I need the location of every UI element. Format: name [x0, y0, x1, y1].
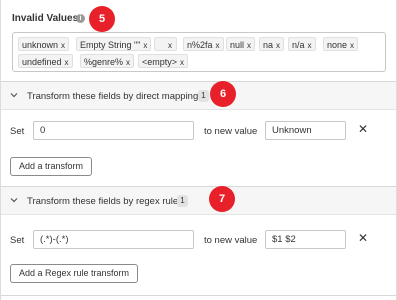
tag-empty: <empty> x — [138, 54, 189, 68]
direct-mapping-to-input[interactable]: Unknown — [265, 121, 346, 140]
close-icon[interactable]: ✕ — [358, 122, 368, 136]
tag-remove-icon[interactable]: x — [143, 41, 147, 50]
tag-remove-icon[interactable]: x — [276, 41, 280, 50]
step-badge-7: 7 — [209, 186, 235, 212]
tag-n2fa: n%2fa x — [183, 37, 224, 51]
tag-blank: x — [154, 37, 177, 51]
tag-remove-icon[interactable]: x — [126, 58, 130, 67]
chevron-down-icon[interactable] — [10, 91, 18, 99]
step-badge-5: 5 — [89, 6, 115, 32]
set-label: Set — [10, 126, 25, 137]
bottom-divider — [1, 295, 396, 296]
regex-pattern-input[interactable]: (.*)-(.*) — [33, 230, 194, 249]
tag-genre: %genre% x — [80, 54, 135, 68]
regex-rule-count: 1 — [177, 195, 188, 207]
tag-remove-icon[interactable]: x — [308, 41, 312, 50]
regex-rule-header[interactable]: Transform these fields by regex rule: 1 — [1, 186, 396, 215]
regex-replacement-input[interactable]: $1 $2 — [265, 230, 346, 249]
direct-mapping-title: Transform these fields by direct mapping… — [27, 91, 201, 102]
tag-remove-icon[interactable]: x — [65, 58, 69, 67]
invalid-values-label: Invalid Values: — [12, 13, 82, 24]
tag-none: none x — [323, 37, 359, 51]
tag-remove-icon[interactable]: x — [180, 58, 184, 67]
add-regex-rule-transform-button[interactable]: Add a Regex rule transform — [10, 264, 139, 283]
invalid-values-tag-box[interactable]: unknown x Empty String "" x x n%2fa x null x… — [12, 32, 386, 72]
info-icon[interactable]: i — [76, 14, 85, 23]
direct-mapping-header[interactable]: Transform these fields by direct mapping… — [1, 81, 396, 110]
tag-undefined: undefined x — [18, 54, 73, 68]
set-label: Set — [10, 235, 25, 246]
to-new-value-label: to new value — [204, 126, 258, 137]
chevron-down-icon[interactable] — [10, 196, 18, 204]
tag-remove-icon[interactable]: x — [350, 41, 354, 50]
tag-na: na x — [259, 37, 285, 51]
tag-n-slash-a: n/a x — [288, 37, 316, 51]
tag-empty-string: Empty String "" x — [76, 37, 152, 51]
tag-remove-icon[interactable]: x — [216, 41, 220, 50]
direct-mapping-from-input[interactable]: 0 — [33, 121, 194, 140]
add-transform-button[interactable]: Add a transform — [10, 157, 93, 176]
to-new-value-label: to new value — [204, 235, 258, 246]
tag-remove-icon[interactable]: x — [61, 41, 65, 50]
close-icon[interactable]: ✕ — [358, 231, 368, 245]
tag-remove-icon[interactable]: x — [168, 41, 172, 50]
invalid-values-section: Invalid Values: i 5 unknown x Empty Strin… — [1, 0, 396, 79]
tag-null: null x — [226, 37, 256, 51]
direct-mapping-count: 1 — [198, 90, 209, 102]
tag-unknown: unknown x — [18, 37, 70, 51]
step-badge-6: 6 — [210, 81, 236, 107]
regex-rule-title: Transform these fields by regex rule: — [27, 196, 181, 207]
tag-remove-icon[interactable]: x — [247, 41, 251, 50]
